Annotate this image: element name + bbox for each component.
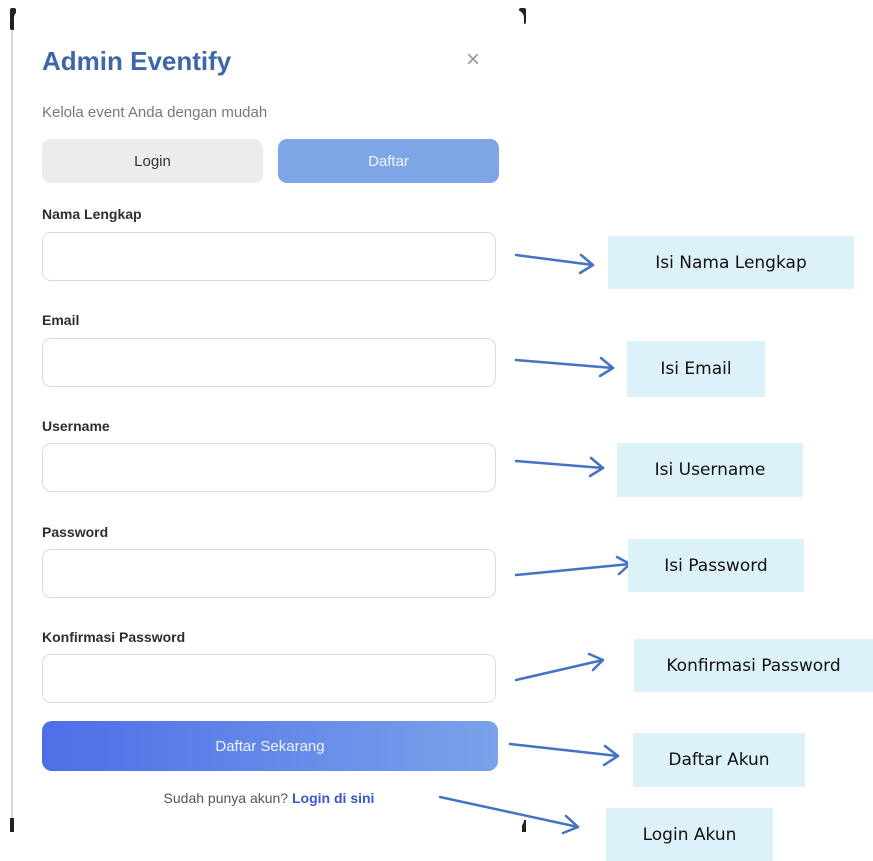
callout-login-akun: Login Akun xyxy=(606,808,773,861)
callout-email: Isi Email xyxy=(627,341,765,397)
arrow-konfirmasi xyxy=(514,658,605,682)
callout-konfirmasi-password: Konfirmasi Password xyxy=(634,639,873,692)
arrow-login xyxy=(438,795,580,829)
callout-password: Isi Password xyxy=(628,539,804,592)
arrow-email xyxy=(514,358,615,370)
callout-username: Isi Username xyxy=(617,443,803,497)
arrow-password xyxy=(514,562,632,577)
annotation-arrows xyxy=(438,253,632,835)
arrow-username xyxy=(514,459,605,470)
callout-nama-lengkap: Isi Nama Lengkap xyxy=(608,236,854,289)
callout-daftar-akun: Daftar Akun xyxy=(633,733,805,787)
arrow-daftar xyxy=(508,742,620,758)
